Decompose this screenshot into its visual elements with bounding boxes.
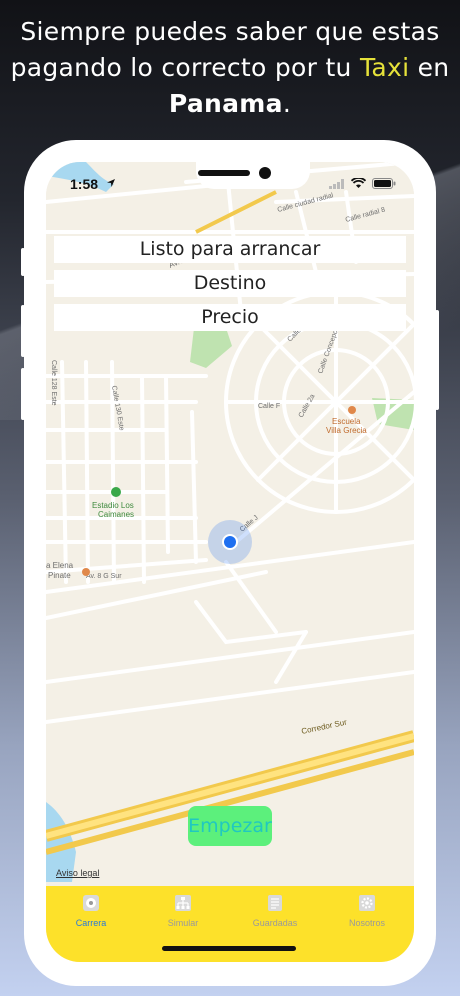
headline-place: Panama <box>168 89 283 118</box>
promo-headline: Siempre puedes saber que estas pagando l… <box>0 14 460 122</box>
poi-label: Estadio Los <box>92 501 134 510</box>
phone-frame: Av. Agustín Arango Calle ciudad radial C… <box>24 140 436 986</box>
stadium-pin-icon <box>111 487 121 497</box>
sitemap-icon <box>175 895 191 911</box>
start-button[interactable]: Empezar <box>188 806 272 846</box>
status-label: Listo para arrancar <box>54 236 406 263</box>
headline-text-2: en <box>409 53 450 82</box>
tab-simular[interactable]: Simular <box>143 894 223 928</box>
poi-label: Escuela <box>332 417 361 426</box>
location-arrow-icon <box>107 179 115 187</box>
headline-period: . <box>282 89 292 118</box>
phone-notch <box>196 162 310 189</box>
home-indicator[interactable] <box>162 946 296 951</box>
tab-label: Guardadas <box>252 918 298 928</box>
headline-taxi-word: Taxi <box>359 53 410 82</box>
map-label: Calle F <box>258 403 280 410</box>
poi-label: a Elena <box>46 561 74 570</box>
poi-label: Caimanes <box>98 510 134 519</box>
poi-label: Pinate <box>48 571 71 580</box>
legal-link[interactable]: Aviso legal <box>56 868 99 878</box>
chat-icon <box>83 895 99 911</box>
price-label: Precio <box>54 304 406 331</box>
wifi-icon <box>351 178 366 188</box>
gear-icon <box>359 895 375 911</box>
signal-icon <box>329 178 344 189</box>
tab-label: Simular <box>167 918 199 928</box>
battery-icon <box>372 178 396 189</box>
user-location-dot-core <box>224 536 236 548</box>
status-time: 1:58 <box>70 176 99 192</box>
front-camera <box>259 167 271 179</box>
destination-label: Destino <box>54 270 406 297</box>
tab-guardadas[interactable]: Guardadas <box>235 894 315 928</box>
tab-label: Carrera <box>75 918 107 928</box>
poi-label: Villa Grecia <box>326 426 367 435</box>
speaker-grille <box>198 170 250 176</box>
tab-carrera[interactable]: Carrera <box>51 894 131 928</box>
map-label: Av. 8 G Sur <box>86 573 122 580</box>
app-screen: Av. Agustín Arango Calle ciudad radial C… <box>46 162 414 962</box>
document-icon <box>268 895 282 911</box>
map-label: Calle 128 Este <box>50 360 57 406</box>
school-pin-icon <box>348 406 356 414</box>
tab-nosotros[interactable]: Nosotros <box>327 894 407 928</box>
tab-label: Nosotros <box>348 918 385 928</box>
poi-pin-icon <box>82 568 90 576</box>
